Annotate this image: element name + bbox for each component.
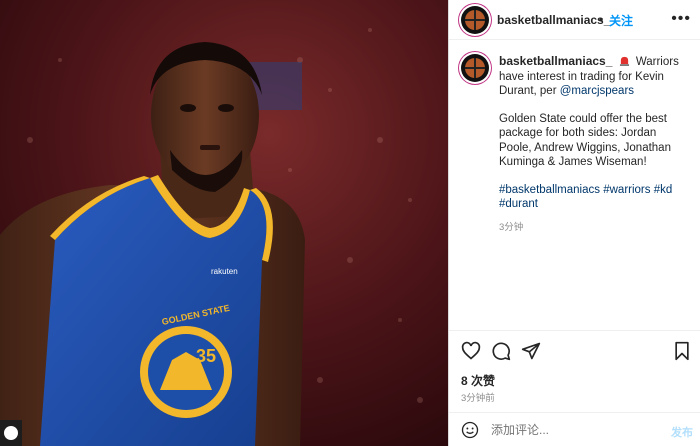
caption-avatar[interactable]	[461, 54, 489, 82]
more-options-icon[interactable]: •••	[671, 10, 691, 28]
post-image[interactable]: 35 GOLDEN STATE rakuten	[0, 0, 448, 446]
like-count[interactable]: 8 次赞	[461, 372, 495, 389]
follow-button[interactable]: 关注	[609, 12, 633, 29]
sponsor-patch: rakuten	[211, 267, 238, 276]
caption-text: basketballmaniacs_ Warriors have interes…	[499, 54, 689, 235]
user-avatar[interactable]	[461, 6, 489, 34]
mention-link[interactable]: @marcjspears	[560, 85, 634, 97]
comment-icon[interactable]	[491, 341, 511, 361]
hashtag-link[interactable]: #durant	[499, 198, 538, 210]
header-username[interactable]: basketballmaniacs_	[497, 13, 610, 27]
action-bar	[449, 330, 700, 370]
add-comment-bar: 发布	[449, 412, 700, 446]
hashtag-link[interactable]: #kd	[654, 184, 673, 196]
caption-time[interactable]: 3分钟	[499, 221, 689, 236]
jersey-number: 35	[196, 346, 216, 366]
player-photo: 35 GOLDEN STATE rakuten	[0, 0, 448, 446]
post-header: basketballmaniacs_ • 关注 •••	[449, 0, 700, 40]
like-heart-icon[interactable]	[461, 341, 481, 361]
save-bookmark-icon[interactable]	[673, 341, 691, 361]
hashtag-link[interactable]: #warriors	[603, 184, 650, 196]
separator-dot: •	[599, 13, 604, 27]
post-panel: basketballmaniacs_ • 关注 ••• basketballma…	[448, 0, 700, 446]
post-timestamp: 3分钟前	[461, 393, 495, 404]
caption-body: Golden State could offer the best packag…	[499, 112, 671, 169]
siren-emoji-icon	[619, 56, 629, 66]
tagged-user-icon[interactable]	[0, 420, 22, 446]
emoji-icon[interactable]	[461, 421, 479, 439]
caption-username[interactable]: basketballmaniacs_	[499, 54, 612, 68]
hashtag-link[interactable]: #basketballmaniacs	[499, 184, 600, 196]
comment-input[interactable]	[491, 423, 641, 437]
share-icon[interactable]	[521, 341, 541, 361]
post-comment-button[interactable]: 发布	[671, 424, 693, 440]
